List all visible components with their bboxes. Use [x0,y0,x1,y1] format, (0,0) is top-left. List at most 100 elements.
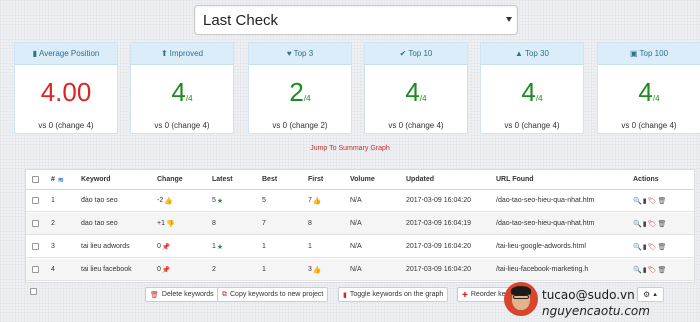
stat-card: ▮ Average Position 4.00 vs 0 (change 4) [14,42,118,134]
col-volume[interactable]: Volume [350,170,375,189]
table-header-row: # ≋ Keyword Change Latest Best First Volu… [26,170,694,190]
row-actions: 🔍 ▮ 🏷 🗑 [633,190,667,211]
stat-card-value-wrap: 4.00 [15,79,117,105]
search-icon[interactable]: 🔍 [633,243,642,251]
row-latest: 1 [212,243,216,250]
stat-card-value: 4.00 [40,77,92,107]
stat-card-title: Top 30 [524,49,549,58]
row-number: 3 [51,243,55,250]
row-change: +1 [157,220,165,227]
row-url[interactable]: /dao-tao-seo-hieu-qua-nhat.htm [496,190,626,211]
row-best: 1 [262,266,266,273]
jump-to-summary-link[interactable]: Jump To Summary Graph [0,145,700,152]
table-row: 3 tai lieu adwords 0 📌 1 ★ 1 1 N/A 2017-03-09 16:… [26,236,694,258]
row-volume: N/A [350,266,362,273]
col-number: # [51,176,55,183]
stat-card: ♥ Top 3 2/4 vs 0 (change 2) [248,42,352,134]
row-number: 2 [51,220,55,227]
col-updated[interactable]: Updated [406,170,434,189]
stat-card-denominator: /4 [185,94,193,103]
copy-keywords-button[interactable]: ⧉ Copy keywords to new project [217,287,329,302]
stat-card-value-wrap: 4/4 [598,79,700,105]
check-select[interactable]: Last Check [194,5,518,35]
col-keyword[interactable]: Keyword [81,170,111,189]
trash-icon[interactable]: 🗑 [657,266,666,274]
delete-keywords-button[interactable]: 🗑 Delete keywords [145,287,219,302]
plus-icon: ✚ [462,291,468,299]
stat-card-value: 4 [521,77,536,107]
watermark-site: nguyencaotu.com [542,304,650,318]
star-icon: ★ [216,243,224,251]
row-checkbox[interactable] [32,243,39,250]
bar-chart-icon[interactable]: ▮ [643,220,647,228]
tag-icon[interactable]: 🏷 [648,220,657,228]
select-all-checkbox[interactable] [32,176,39,183]
stat-card-value-wrap: 4/4 [131,79,233,105]
pin-icon: 📌 [161,243,171,251]
stat-card-footer: vs 0 (change 4) [621,121,677,130]
row-url[interactable]: /tai-lieu-google-adwords.html [496,236,626,257]
row-best: 5 [262,197,266,204]
row-url[interactable]: /tai-lieu-facebook-marketing.h [496,259,626,280]
trash-icon[interactable]: 🗑 [657,220,666,228]
stat-card-value: 4 [638,77,653,107]
bar-chart-icon: ▮ [343,291,347,299]
trash-icon[interactable]: 🗑 [657,197,666,205]
row-volume: N/A [350,220,362,227]
bar-chart-icon[interactable]: ▮ [643,197,647,205]
table-row: 1 đào tạo seo -2 👍 5 ★ 5 7 👍 N/A 2017-03-09 16:04:… [26,190,694,212]
row-actions: 🔍 ▮ 🏷 🗑 [633,236,667,257]
stat-card-denominator: /4 [419,94,427,103]
row-change: 0 [157,266,161,273]
bar-chart-icon[interactable]: ▮ [643,243,647,251]
search-icon[interactable]: 🔍 [633,220,642,228]
row-volume: N/A [350,243,362,250]
stat-card-title: Top 3 [293,49,314,58]
trash-icon[interactable]: 🗑 [657,243,666,251]
row-checkbox[interactable] [32,266,39,273]
stat-card-title: Top 10 [408,49,433,58]
tag-icon[interactable]: 🏷 [648,197,657,205]
settings-dropdown-button[interactable]: ⚙ ▲ [637,287,664,302]
stat-card-header: ✔ Top 10 [365,43,467,65]
col-url[interactable]: URL Found [496,170,534,189]
bottom-select-all-checkbox[interactable] [30,288,37,295]
col-latest[interactable]: Latest [212,170,233,189]
trash-icon: 🗑 [150,291,159,299]
col-change[interactable]: Change [157,170,183,189]
stat-card-value-wrap: 4/4 [365,79,467,105]
copy-icon: ⧉ [222,290,227,298]
watermark-email: tucao@sudo.vn [542,288,635,302]
stat-card-value-wrap: 2/4 [249,79,351,105]
stat-card-header: ▣ Top 100 [598,43,700,65]
table-row: 4 tai lieu facebook 0 📌 2 1 3 👍 N/A 2017-03-09 16… [26,259,694,281]
row-checkbox[interactable] [32,197,39,204]
row-checkbox[interactable] [32,220,39,227]
tag-icon[interactable]: 🏷 [648,266,657,274]
bar-chart-icon[interactable]: ▮ [643,266,647,274]
stat-card-footer: vs 0 (change 4) [504,121,560,130]
caret-up-icon: ▲ [652,291,659,298]
search-icon[interactable]: 🔍 [633,197,642,205]
search-icon[interactable]: 🔍 [633,266,642,274]
thumbs-up-icon: 👍 [312,266,322,274]
row-latest: 2 [212,266,216,273]
row-number: 4 [51,266,55,273]
stat-card-value: 4 [171,77,186,107]
col-first[interactable]: First [308,170,323,189]
stat-card-footer: vs 0 (change 4) [388,121,444,130]
col-best[interactable]: Best [262,170,277,189]
check-icon: ✔ [399,49,407,58]
stat-card-value-wrap: 4/4 [481,79,583,105]
stat-card: ✔ Top 10 4/4 vs 0 (change 4) [364,42,468,134]
tag-icon[interactable]: 🏷 [648,243,657,251]
row-keyword: tai lieu adwords [81,243,130,250]
toggle-graph-button[interactable]: ▮ Toggle keywords on the graph [338,287,449,302]
reorder-keywords-button[interactable]: ✚ Reorder ke [457,287,511,302]
row-url[interactable]: /dao-tao-seo-hieu-qua-nhat.htm [496,213,626,234]
stat-card-title: Improved [169,49,204,58]
stat-card-title: Average Position [39,49,100,58]
stat-card: ▣ Top 100 4/4 vs 0 (change 4) [597,42,700,134]
row-number: 1 [51,197,55,204]
star-icon: ★ [216,197,224,205]
